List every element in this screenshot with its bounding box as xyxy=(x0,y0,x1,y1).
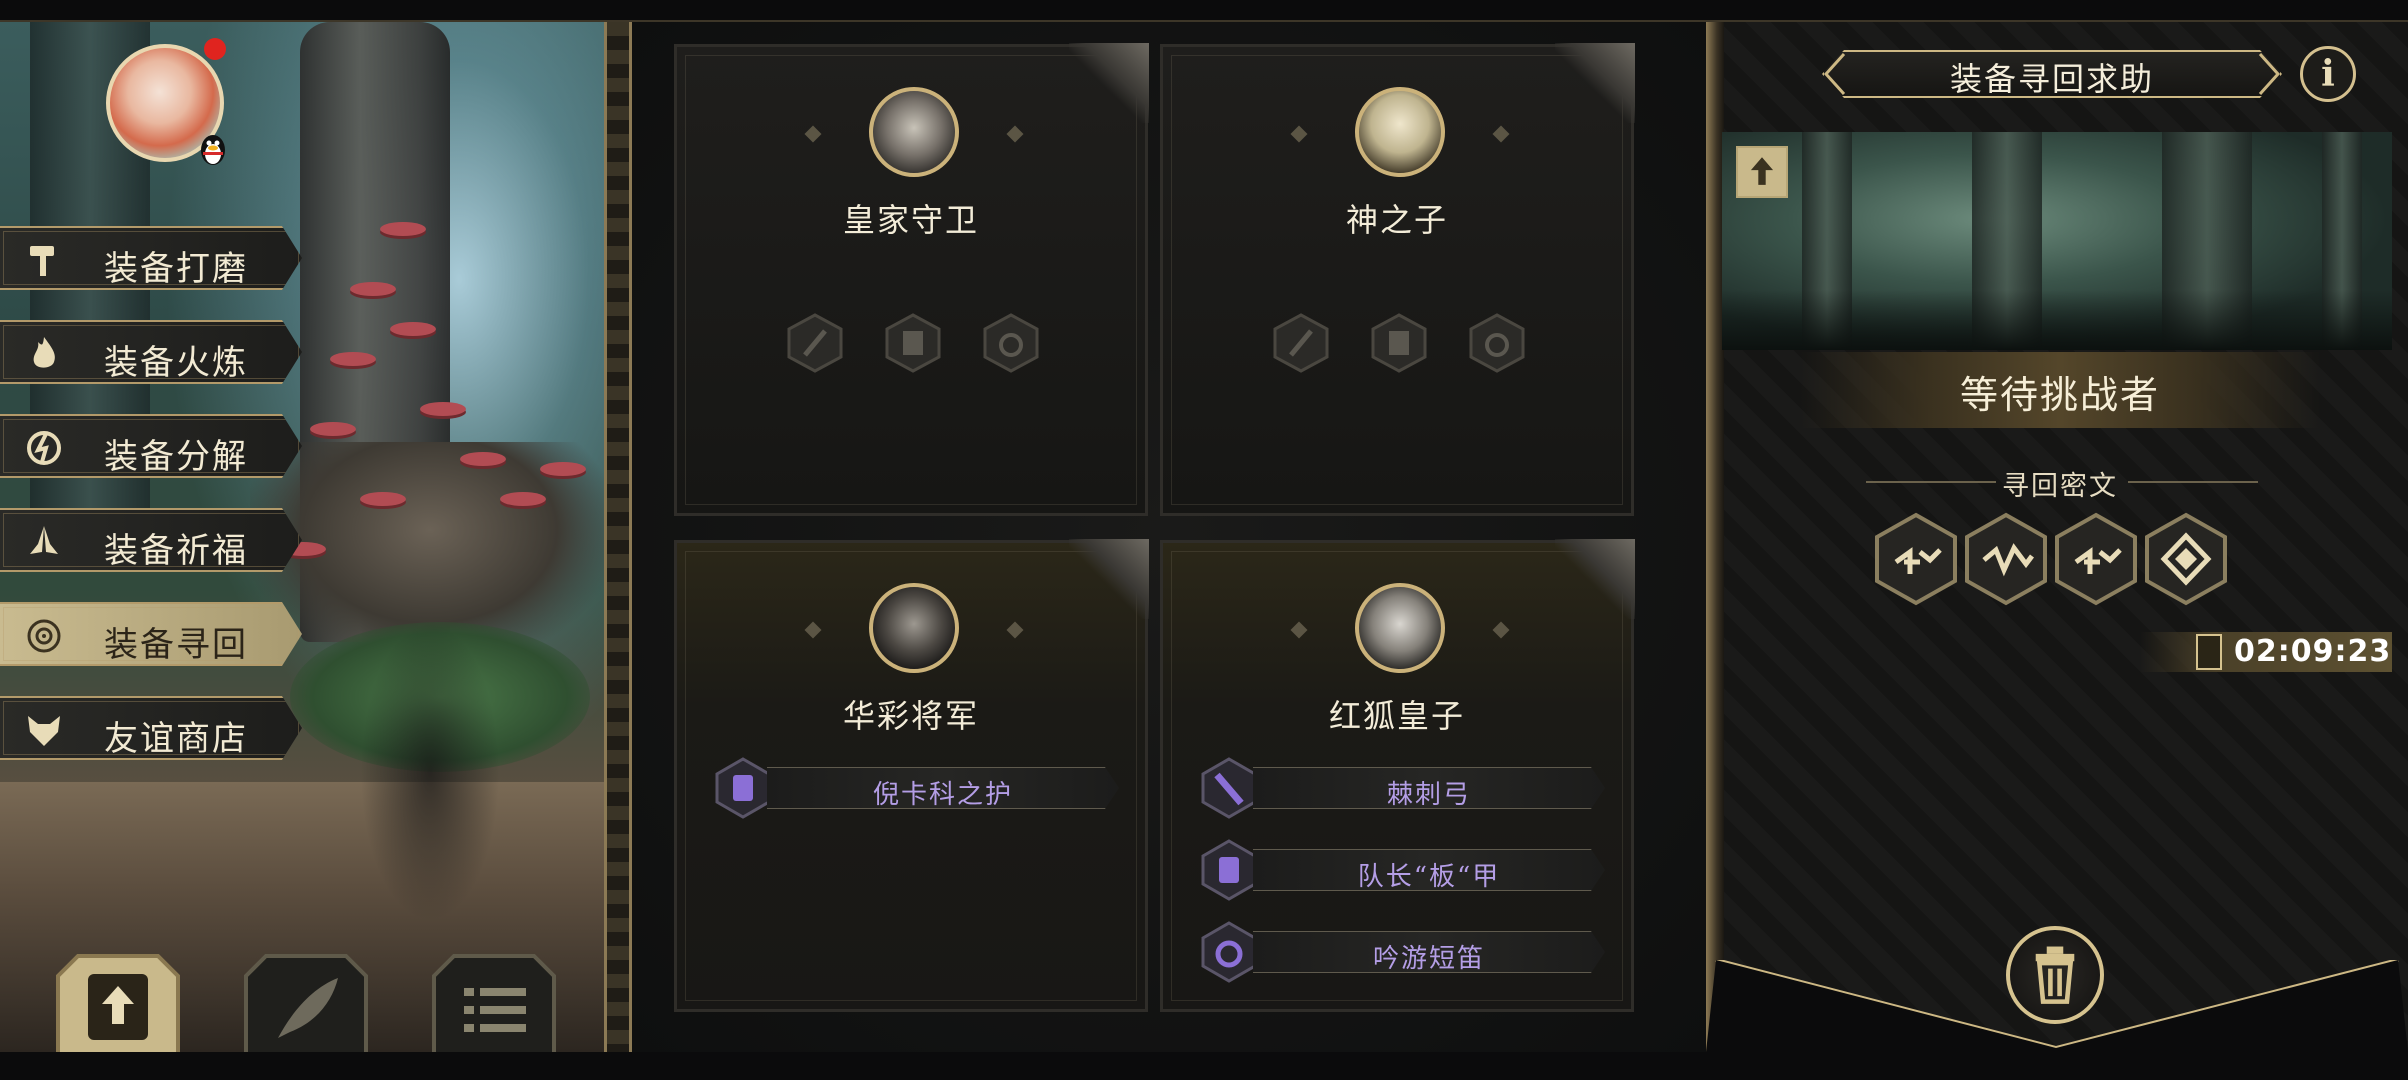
upload-icon xyxy=(1750,157,1774,185)
hero-portrait xyxy=(869,87,959,177)
rune-4-icon[interactable] xyxy=(2144,512,2228,606)
stage-preview-image xyxy=(1722,132,2392,350)
hero-name: 红狐皇子 xyxy=(1328,697,1465,735)
empty-ring-slot-icon xyxy=(983,313,1039,373)
rune-2-icon[interactable] xyxy=(1964,512,2048,606)
empty-armor-slot-icon xyxy=(885,313,941,373)
equipment-row[interactable]: 棘刺弓 xyxy=(1201,757,1605,819)
empty-weapon-slot-icon xyxy=(787,313,843,373)
notification-dot xyxy=(204,38,226,60)
empty-ring-slot-icon xyxy=(1469,313,1525,373)
trash-icon xyxy=(2035,946,2075,1004)
equipment-name: 吟游短笛 xyxy=(1372,944,1485,974)
equipment-name: 队长“板“甲 xyxy=(1357,862,1501,892)
hammer-icon xyxy=(30,246,54,276)
hero-portrait xyxy=(869,583,959,673)
fox-icon xyxy=(28,716,60,746)
list-button[interactable] xyxy=(420,952,568,1052)
hero-card[interactable]: 神之子 xyxy=(1160,43,1635,516)
hero-card[interactable]: 皇家守卫 xyxy=(674,43,1149,516)
disassemble-icon xyxy=(27,431,61,465)
target-icon xyxy=(27,619,61,653)
equipment-row[interactable]: 队长“板“甲 xyxy=(1201,839,1605,901)
menu-item-disassemble[interactable]: 装备分解 xyxy=(0,414,302,478)
menu-label: 装备火炼 xyxy=(104,343,248,383)
menu-item-bless[interactable]: 装备祈福 xyxy=(0,508,302,572)
trash-button[interactable] xyxy=(2006,926,2104,1024)
empty-armor-slot-icon xyxy=(1371,313,1427,373)
equipment-row[interactable]: 倪卡科之护 xyxy=(715,757,1119,819)
armor-icon xyxy=(715,757,771,819)
hero-name: 华彩将军 xyxy=(842,697,979,735)
upload-tag[interactable] xyxy=(1736,146,1788,198)
menu-item-polish[interactable]: 装备打磨 xyxy=(0,226,302,290)
hourglass-icon xyxy=(2196,634,2222,670)
equipment-name: 倪卡科之护 xyxy=(872,780,1013,810)
armor-icon xyxy=(1201,839,1257,901)
flame-icon xyxy=(33,337,55,368)
panel-divider xyxy=(604,22,632,1052)
hero-name: 神之子 xyxy=(1345,201,1448,239)
hero-card[interactable]: 红狐皇子 棘刺弓 队长“板“甲 吟游短笛 xyxy=(1160,539,1635,1012)
menu-label: 装备分解 xyxy=(104,437,248,477)
hero-portrait xyxy=(1355,87,1445,177)
upload-button[interactable] xyxy=(44,952,192,1052)
equipment-row[interactable]: 吟游短笛 xyxy=(1201,921,1605,983)
runes-title: 寻回密文 xyxy=(2002,471,2118,502)
sword-icon xyxy=(1201,757,1257,819)
info-button[interactable]: i xyxy=(2300,46,2356,102)
panel-title: 装备寻回求助 xyxy=(1949,60,2154,98)
list-icon xyxy=(432,954,556,1052)
menu-label: 友谊商店 xyxy=(104,719,248,759)
qq-penguin-icon xyxy=(201,135,225,165)
feather-button[interactable] xyxy=(232,952,380,1052)
countdown-timer: 02:09:23 xyxy=(2234,634,2392,669)
menu-item-retrieve[interactable]: 装备寻回 xyxy=(0,602,302,666)
menu-item-temper[interactable]: 装备火炼 xyxy=(0,320,302,384)
hero-card[interactable]: 华彩将军 倪卡科之护 xyxy=(674,539,1149,1012)
feather-icon xyxy=(244,954,368,1052)
rune-1-icon[interactable] xyxy=(1874,512,1958,606)
menu-item-friendship-shop[interactable]: 友谊商店 xyxy=(0,696,302,760)
pray-hands-icon xyxy=(30,526,58,554)
status-text: 等待挑战者 xyxy=(1959,373,2160,417)
hero-portrait xyxy=(1355,583,1445,673)
rune-3-icon[interactable] xyxy=(2054,512,2138,606)
hero-card-area: 皇家守卫 神之子 华彩将军 倪卡科之护 红狐皇子 棘刺弓 队长“板“甲 吟游短笛 xyxy=(632,22,1710,1052)
hero-name: 皇家守卫 xyxy=(842,201,979,239)
bottom-border xyxy=(0,1052,2408,1080)
equipment-name: 棘刺弓 xyxy=(1386,780,1471,810)
menu-label: 装备祈福 xyxy=(104,531,248,571)
upload-icon xyxy=(56,954,180,1052)
top-border xyxy=(0,0,2408,22)
menu-label: 装备寻回 xyxy=(104,625,248,665)
menu-label: 装备打磨 xyxy=(104,249,248,289)
empty-weapon-slot-icon xyxy=(1273,313,1329,373)
ring-icon xyxy=(1201,921,1257,983)
